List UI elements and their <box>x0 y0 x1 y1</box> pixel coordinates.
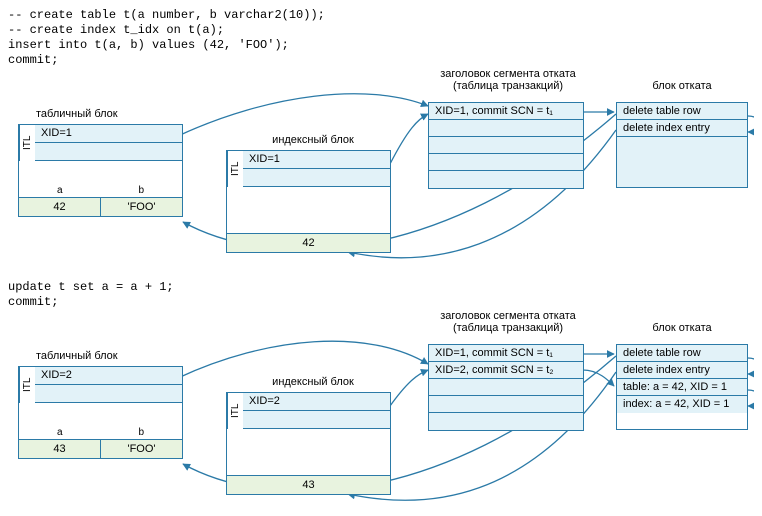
undo-block: delete table row delete index entry tabl… <box>616 344 748 430</box>
scene-1: заголовок сегмента отката (таблица транз… <box>8 74 754 274</box>
table-cell-a: 43 <box>19 440 100 458</box>
undo-row: delete table row <box>617 345 747 362</box>
tx-row <box>429 413 583 430</box>
tx-row <box>429 137 583 154</box>
undo-row: delete index entry <box>617 362 747 379</box>
tx-row: XID=2, commit SCN = t₂ <box>429 362 583 379</box>
itl-label: ITL <box>227 151 243 187</box>
undo-row: delete index entry <box>617 120 747 137</box>
transaction-table: XID=1, commit SCN = t₁ <box>428 102 584 189</box>
undo-row: delete table row <box>617 103 747 120</box>
tx-row <box>429 379 583 396</box>
undo-row: index: a = 42, XID = 1 <box>617 396 747 413</box>
undo-block-label: блок отката <box>616 80 748 92</box>
table-block-label: табличный блок <box>36 350 176 362</box>
undo-row: table: a = 42, XID = 1 <box>617 379 747 396</box>
table-cell-b: 'FOO' <box>100 440 182 458</box>
table-itl-row: XID=2 <box>35 367 182 385</box>
undo-block-label: блок отката <box>616 322 748 334</box>
tx-row <box>429 396 583 413</box>
col-b-label: b <box>101 185 183 196</box>
index-itl-row: XID=1 <box>243 151 390 169</box>
tx-header-label: заголовок сегмента отката (таблица транз… <box>428 310 588 334</box>
index-itl-row <box>243 169 390 187</box>
itl-label: ITL <box>19 367 35 403</box>
tx-header-label: заголовок сегмента отката (таблица транз… <box>428 68 588 92</box>
sql-code-block-1: -- create table t(a number, b varchar2(1… <box>8 8 754 68</box>
col-a-label: a <box>19 427 101 438</box>
index-itl-row: XID=2 <box>243 393 390 411</box>
itl-label: ITL <box>19 125 35 161</box>
table-data-row: 42 'FOO' <box>19 197 182 216</box>
sql-code-block-2: update t set a = a + 1; commit; <box>8 280 754 310</box>
table-cell-a: 42 <box>19 198 100 216</box>
transaction-table: XID=1, commit SCN = t₁ XID=2, commit SCN… <box>428 344 584 431</box>
index-block: ITL XID=2 43 <box>226 392 391 495</box>
index-block-label: индексный блок <box>243 376 383 388</box>
index-value: 43 <box>227 475 390 494</box>
tx-row: XID=1, commit SCN = t₁ <box>429 345 583 362</box>
table-itl-row: XID=1 <box>35 125 182 143</box>
table-itl-row <box>35 143 182 161</box>
col-b-label: b <box>101 427 183 438</box>
index-block: ITL XID=1 42 <box>226 150 391 253</box>
itl-label: ITL <box>227 393 243 429</box>
table-itl-row <box>35 385 182 403</box>
tx-row <box>429 120 583 137</box>
table-data-row: 43 'FOO' <box>19 439 182 458</box>
col-a-label: a <box>19 185 101 196</box>
tx-row: XID=1, commit SCN = t₁ <box>429 103 583 120</box>
tx-row <box>429 154 583 171</box>
tx-row <box>429 171 583 188</box>
scene-2: заголовок сегмента отката (таблица транз… <box>8 316 754 516</box>
table-block: ITL XID=1 a b 42 'FOO' <box>18 124 183 217</box>
table-block: ITL XID=2 a b 43 'FOO' <box>18 366 183 459</box>
table-block-label: табличный блок <box>36 108 176 120</box>
table-cell-b: 'FOO' <box>100 198 182 216</box>
undo-block: delete table row delete index entry <box>616 102 748 188</box>
index-value: 42 <box>227 233 390 252</box>
index-block-label: индексный блок <box>243 134 383 146</box>
index-itl-row <box>243 411 390 429</box>
